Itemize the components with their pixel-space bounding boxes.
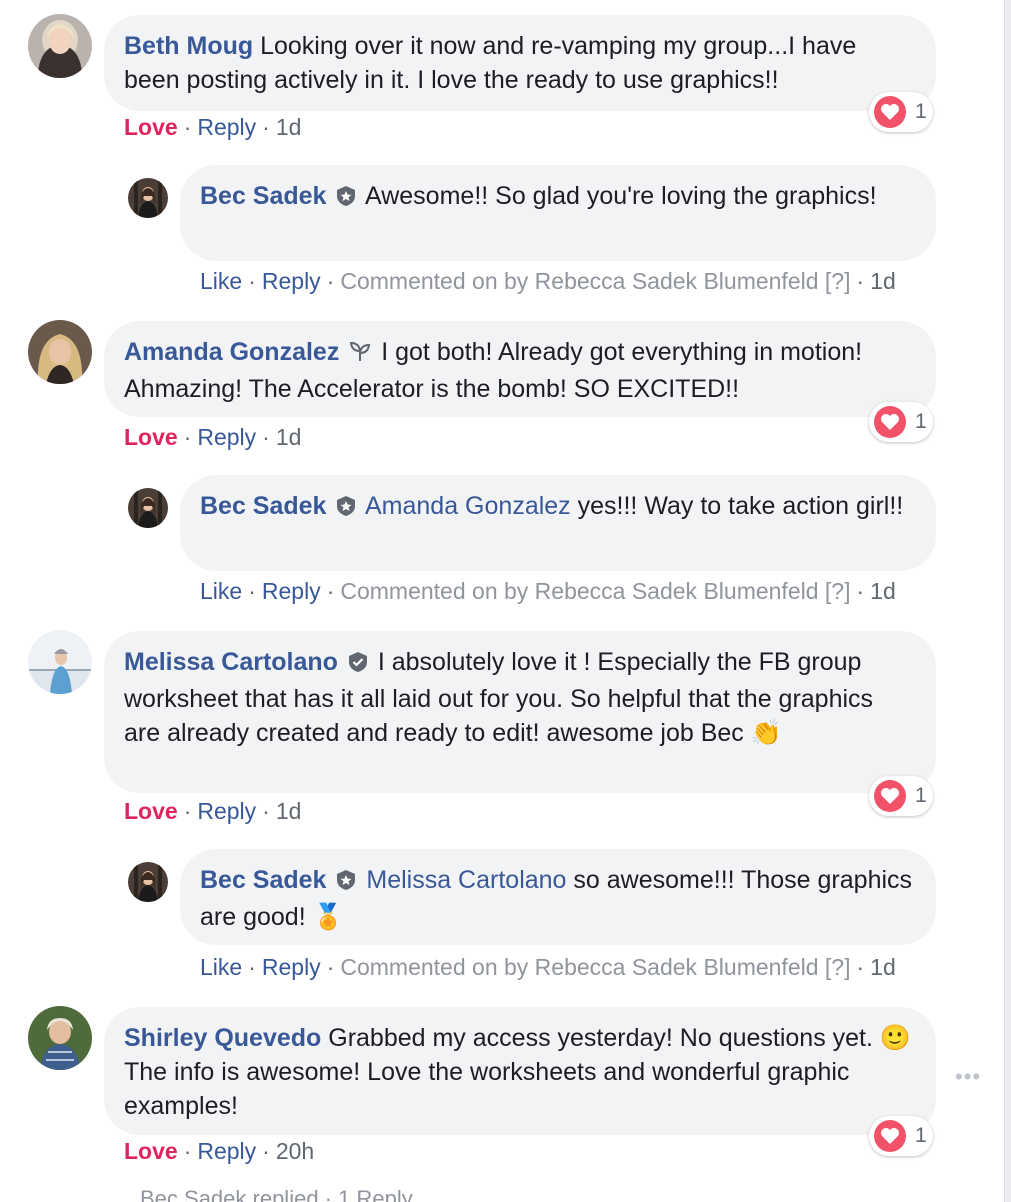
reply-author[interactable]: Bec Sadek bbox=[200, 866, 326, 894]
reaction-number: 1 bbox=[915, 784, 927, 807]
reaction-count[interactable]: 1 bbox=[869, 92, 933, 132]
comment-author[interactable]: Shirley Quevedo bbox=[124, 1024, 321, 1052]
reply-button[interactable]: Reply bbox=[197, 798, 256, 824]
commented-on-by: Commented on by Rebecca Sadek Blumenfeld bbox=[340, 578, 819, 604]
avatar[interactable] bbox=[128, 862, 168, 902]
comment-actions: Love · Reply · 1d bbox=[124, 424, 302, 450]
comment-text: The info is awesome! Love the worksheets… bbox=[124, 1058, 850, 1120]
avatar[interactable] bbox=[28, 1006, 92, 1070]
commented-on-by: Commented on by Rebecca Sadek Blumenfeld bbox=[340, 954, 819, 980]
love-reaction-icon bbox=[874, 96, 906, 128]
like-button[interactable]: Like bbox=[200, 578, 242, 604]
avatar[interactable] bbox=[28, 14, 92, 78]
scrollbar-track[interactable] bbox=[1004, 0, 1011, 1202]
comment-text: Grabbed my access yesterday! No question… bbox=[328, 1024, 873, 1052]
reply-button[interactable]: Reply bbox=[197, 1138, 256, 1164]
reply-button[interactable]: Reply bbox=[197, 424, 256, 450]
help-link[interactable]: [?] bbox=[825, 954, 851, 980]
comment-bubble: Beth Moug Looking over it now and re-vam… bbox=[104, 15, 936, 111]
reply-actions: Like · Reply · Commented on by Rebecca Sadek… bbox=[200, 268, 896, 294]
like-button[interactable]: Like bbox=[200, 268, 242, 294]
reply-bubble: Bec Sadek Amanda Gonzalez yes!!! Way to … bbox=[180, 475, 936, 571]
reply-text: Awesome!! So glad you're loving the grap… bbox=[365, 182, 877, 210]
comment-author[interactable]: Melissa Cartolano bbox=[124, 648, 338, 676]
comment-timestamp[interactable]: 1d bbox=[276, 798, 302, 824]
comment-actions: Love · Reply · 20h bbox=[124, 1138, 315, 1164]
medal-emoji: 🏅 bbox=[312, 903, 344, 931]
reaction-count[interactable]: 1 bbox=[869, 402, 933, 442]
reply-author[interactable]: Bec Sadek bbox=[200, 182, 326, 210]
reply-button[interactable]: Reply bbox=[262, 268, 321, 294]
avatar[interactable] bbox=[128, 178, 168, 218]
reply-button[interactable]: Reply bbox=[197, 114, 256, 140]
reaction-number: 1 bbox=[915, 410, 927, 433]
avatar[interactable] bbox=[28, 320, 92, 384]
comment-timestamp[interactable]: 20h bbox=[276, 1138, 314, 1164]
reply-button[interactable]: Reply bbox=[262, 954, 321, 980]
admin-shield-icon bbox=[335, 182, 357, 216]
admin-shield-icon bbox=[335, 866, 357, 900]
avatar[interactable] bbox=[28, 630, 92, 694]
comment-timestamp[interactable]: 1d bbox=[276, 114, 302, 140]
reaction-count[interactable]: 1 bbox=[869, 776, 933, 816]
help-link[interactable]: [?] bbox=[825, 268, 851, 294]
reaction-number: 1 bbox=[915, 100, 927, 123]
reaction-count[interactable]: 1 bbox=[869, 1116, 933, 1156]
comment-timestamp[interactable]: 1d bbox=[276, 424, 302, 450]
reply-bubble: Bec Sadek Awesome!! So glad you're lovin… bbox=[180, 165, 936, 261]
love-reaction-icon bbox=[874, 406, 906, 438]
avatar[interactable] bbox=[128, 488, 168, 528]
reaction-number: 1 bbox=[915, 1124, 927, 1147]
reply-timestamp[interactable]: 1d bbox=[870, 268, 896, 294]
comment-bubble: Amanda Gonzalez I got both! Already got … bbox=[104, 321, 936, 417]
reply-bubble: Bec Sadek Melissa Cartolano so awesome!!… bbox=[180, 849, 936, 945]
reply-button[interactable]: Reply bbox=[262, 578, 321, 604]
help-link[interactable]: [?] bbox=[825, 578, 851, 604]
clapping-emoji: 👏 bbox=[750, 719, 782, 747]
mention-link[interactable]: Melissa Cartolano bbox=[366, 866, 566, 894]
reply-actions: Like · Reply · Commented on by Rebecca Sadek… bbox=[200, 954, 896, 980]
reply-text: yes!!! Way to take action girl!! bbox=[577, 492, 904, 520]
comment-actions: Love · Reply · 1d bbox=[124, 798, 302, 824]
reply-timestamp[interactable]: 1d bbox=[870, 578, 896, 604]
love-button[interactable]: Love bbox=[124, 114, 178, 140]
admin-shield-icon bbox=[335, 492, 357, 526]
commented-on-by: Commented on by Rebecca Sadek Blumenfeld bbox=[340, 268, 819, 294]
verified-badge-icon bbox=[347, 648, 369, 682]
love-button[interactable]: Love bbox=[124, 424, 178, 450]
sprout-badge-icon bbox=[348, 338, 372, 372]
like-button[interactable]: Like bbox=[200, 954, 242, 980]
love-button[interactable]: Love bbox=[124, 1138, 178, 1164]
comment-bubble: Shirley Quevedo Grabbed my access yester… bbox=[104, 1007, 936, 1135]
comment-author[interactable]: Amanda Gonzalez bbox=[124, 338, 339, 366]
reply-author[interactable]: Bec Sadek bbox=[200, 492, 326, 520]
smile-emoji: 🙂 bbox=[879, 1024, 912, 1052]
mention-link[interactable]: Amanda Gonzalez bbox=[365, 492, 571, 520]
reply-actions: Like · Reply · Commented on by Rebecca Sadek… bbox=[200, 578, 896, 604]
comment-author[interactable]: Beth Moug bbox=[124, 32, 253, 60]
more-options-icon[interactable]: ••• bbox=[955, 1064, 981, 1090]
comment-actions: Love · Reply · 1d bbox=[124, 114, 302, 140]
love-reaction-icon bbox=[874, 780, 906, 812]
view-replies-link[interactable]: Bec Sadek replied · 1 Reply bbox=[140, 1186, 413, 1202]
love-button[interactable]: Love bbox=[124, 798, 178, 824]
reply-timestamp[interactable]: 1d bbox=[870, 954, 896, 980]
love-reaction-icon bbox=[874, 1120, 906, 1152]
comment-bubble: Melissa Cartolano I absolutely love it !… bbox=[104, 631, 936, 793]
